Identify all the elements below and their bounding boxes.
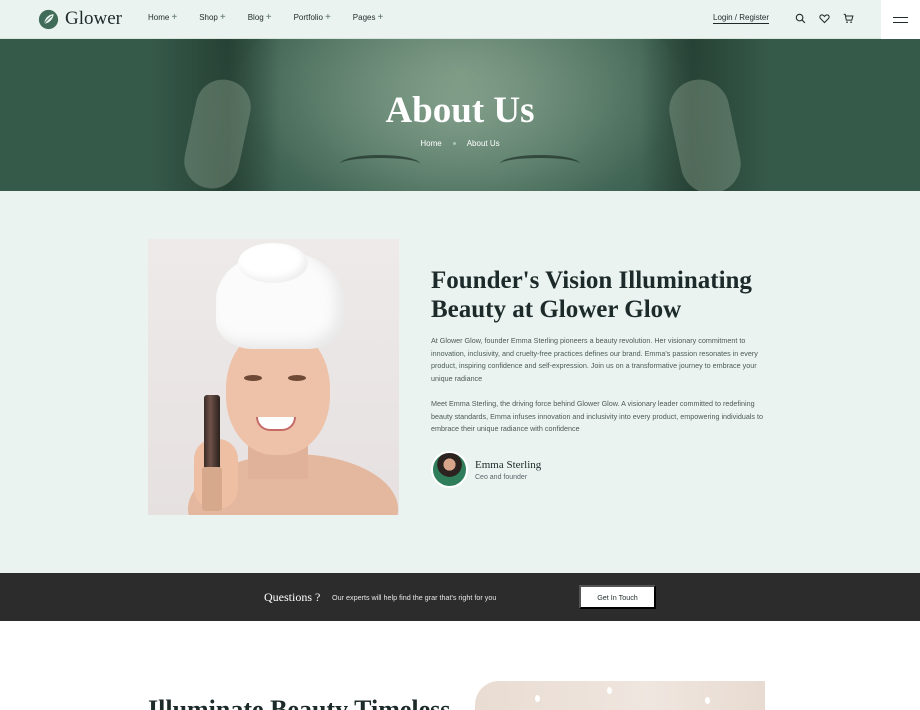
author-name: Emma Sterling	[475, 458, 542, 471]
questions-heading: Questions ?	[264, 590, 321, 604]
next-section-image	[475, 681, 765, 710]
nav-label: Shop	[199, 13, 218, 22]
page-hero: About Us Home About Us	[0, 39, 920, 191]
founder-image	[148, 239, 399, 515]
get-in-touch-button[interactable]: Get In Touch	[579, 585, 656, 609]
nav-label: Portfolio	[293, 13, 323, 22]
image-decor	[535, 695, 540, 702]
nav-item-home[interactable]: Home +	[148, 11, 178, 23]
page-title: About Us	[385, 90, 535, 131]
nav-item-shop[interactable]: Shop +	[199, 11, 226, 23]
image-decor	[288, 375, 306, 381]
nav-label: Blog	[247, 13, 264, 22]
questions-text: Our experts will help find the grar that…	[332, 593, 497, 602]
logo[interactable]: Glower	[38, 8, 122, 30]
breadcrumb-home-link[interactable]: Home	[420, 139, 441, 148]
nav-label: Home	[148, 13, 170, 22]
image-decor	[204, 395, 220, 471]
about-paragraph: Meet Emma Sterling, the driving force be…	[431, 399, 764, 433]
founder-section: Founder's Vision Illuminating Beauty at …	[0, 191, 920, 573]
search-icon[interactable]	[795, 13, 806, 24]
plus-icon: +	[377, 11, 384, 23]
questions-band: Questions ? Our experts will help find t…	[0, 573, 920, 621]
image-decor	[238, 243, 308, 283]
header-icons	[795, 13, 867, 24]
nav-item-blog[interactable]: Blog +	[247, 11, 272, 23]
login-register-link[interactable]: Login / Register	[713, 13, 770, 24]
cart-icon[interactable]	[843, 13, 854, 24]
image-decor	[202, 467, 222, 511]
breadcrumb-current: About Us	[466, 139, 500, 148]
heart-icon[interactable]	[819, 13, 830, 24]
section-title: Founder's Vision Illuminating Beauty at …	[431, 267, 752, 323]
author-role: Ceo and founder	[475, 473, 528, 481]
breadcrumb-separator	[452, 141, 456, 145]
menu-icon[interactable]	[881, 0, 920, 39]
avatar	[431, 451, 468, 488]
breadcrumb: Home About Us	[0, 139, 920, 148]
about-paragraph: At Glower Glow, founder Emma Sterling pi…	[431, 336, 758, 383]
logo-text: Glower	[65, 8, 122, 29]
leaf-logo-icon	[38, 9, 59, 29]
plus-icon: +	[324, 11, 331, 23]
nav-label: Pages	[352, 13, 376, 22]
hero-decor	[500, 155, 580, 173]
site-header: Glower Home + Shop + Blog + Portfolio + …	[0, 0, 920, 39]
plus-icon: +	[265, 11, 272, 23]
hero-decor	[340, 155, 420, 173]
plus-icon: +	[219, 11, 226, 23]
image-decor	[244, 375, 262, 381]
author-info: Emma Sterling Ceo and founder	[475, 459, 541, 481]
menu-line	[893, 16, 908, 18]
menu-line	[893, 21, 908, 23]
plus-icon: +	[171, 11, 178, 23]
author-block: Emma Sterling Ceo and founder	[431, 451, 541, 488]
nav-item-portfolio[interactable]: Portfolio +	[293, 11, 331, 23]
image-decor	[607, 687, 612, 694]
image-decor	[705, 697, 710, 704]
main-nav: Home + Shop + Blog + Portfolio + Pages +	[148, 11, 384, 23]
nav-item-pages[interactable]: Pages +	[352, 11, 384, 23]
next-section-title: Illuminate Beauty Timeless	[148, 695, 451, 710]
